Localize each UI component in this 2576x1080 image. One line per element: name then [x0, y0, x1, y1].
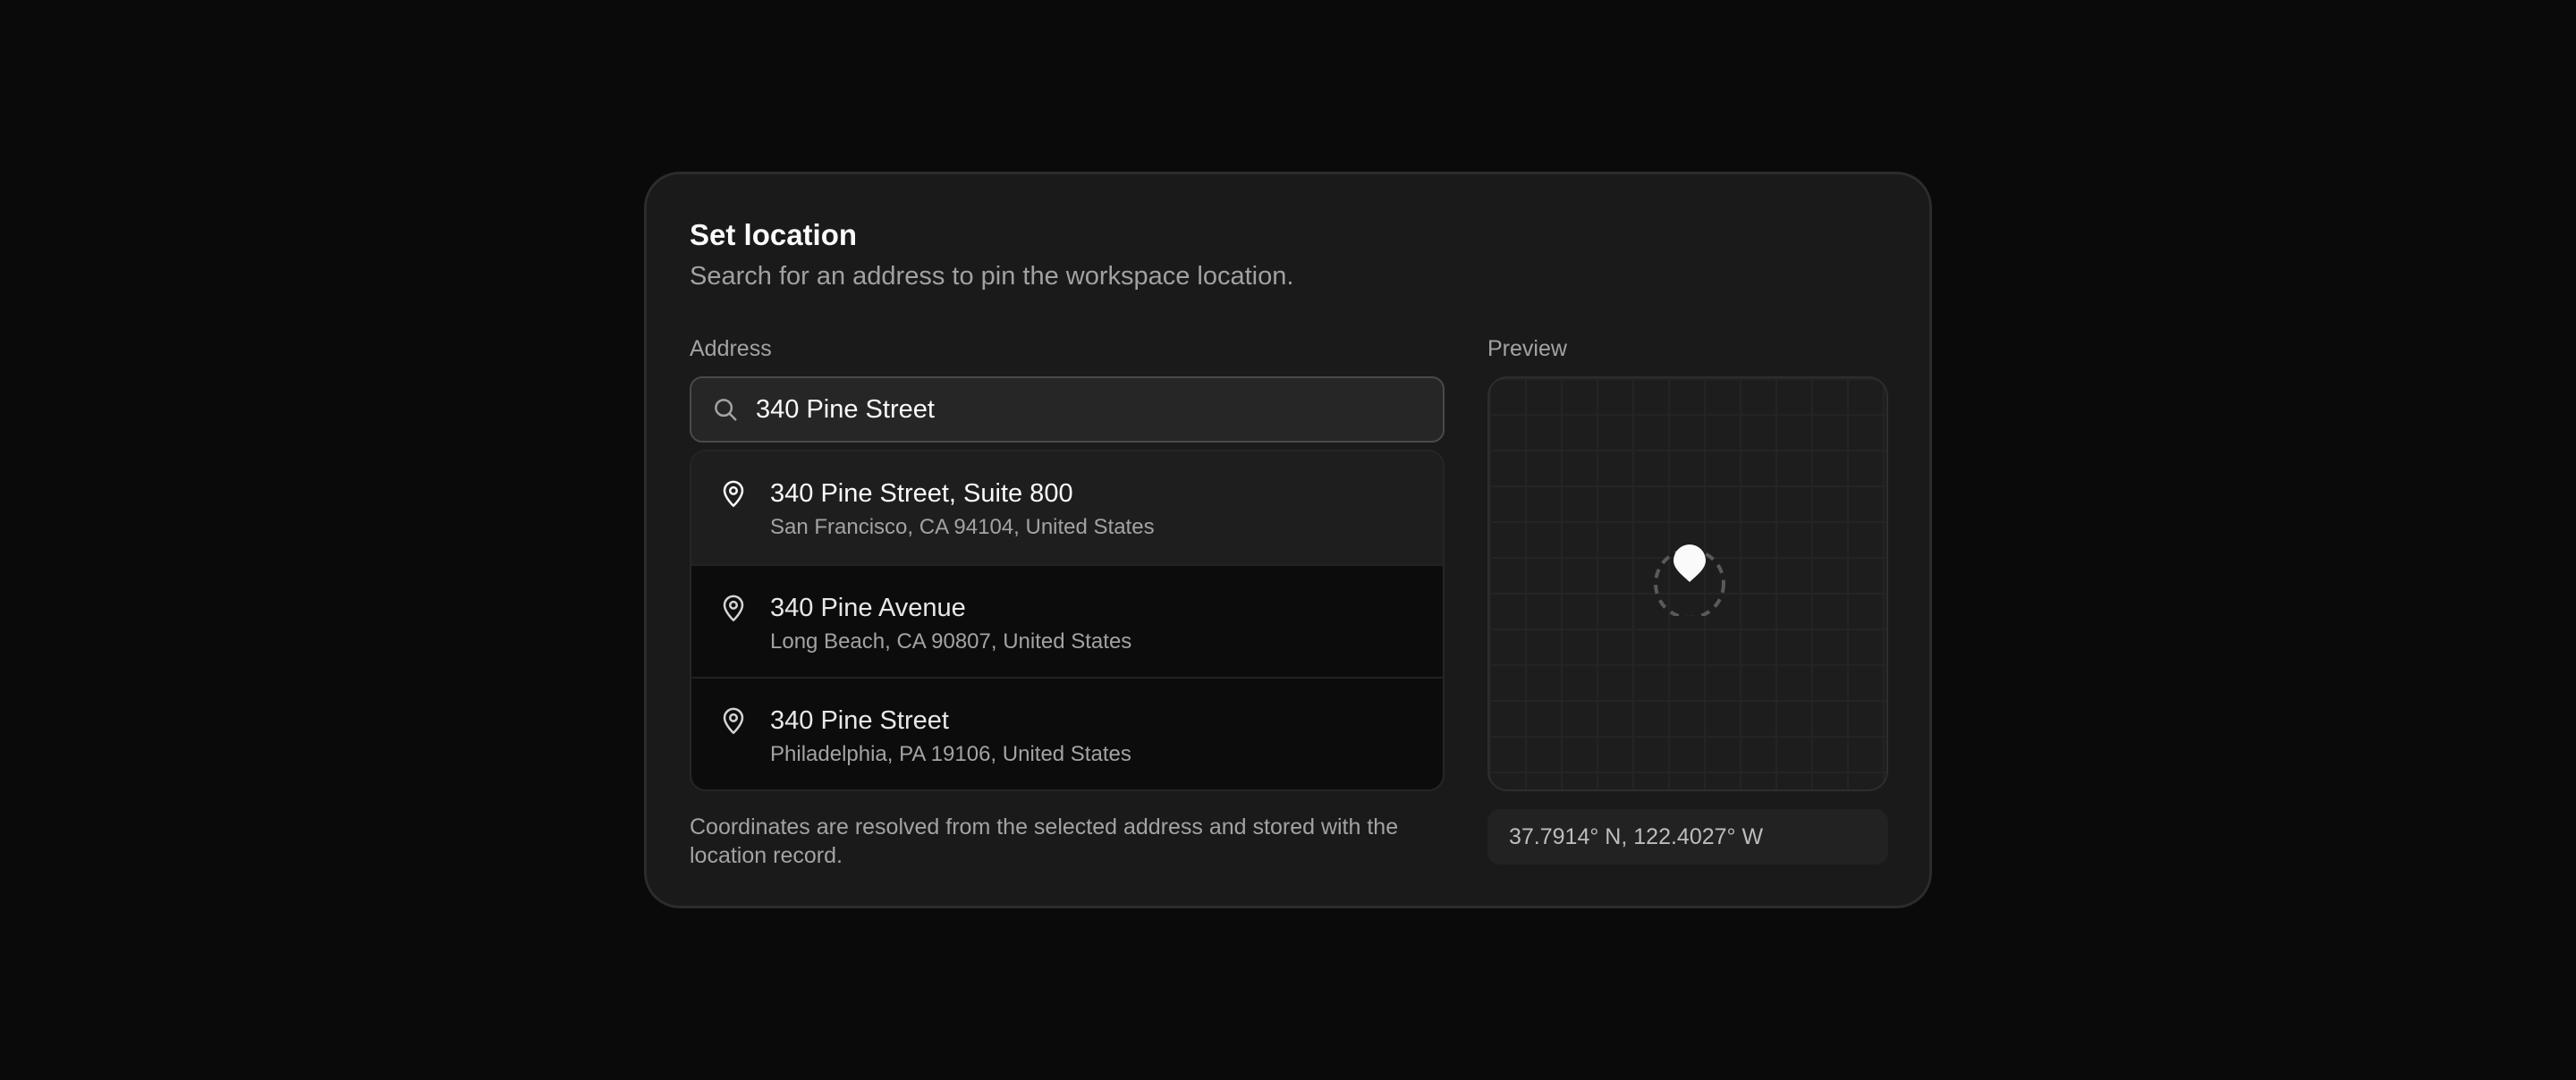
coordinates-readout: 37.7914° N, 122.4027° W	[1487, 809, 1888, 865]
address-search-input[interactable]	[756, 394, 1423, 425]
address-section: Address 340 Pine Street 340 Pine Street,…	[690, 333, 1445, 870]
map-marker-icon	[1652, 541, 1727, 620]
suggestion-detail: Philadelphia, PA 19106, United States	[770, 742, 1131, 766]
set-location-dialog: Set location Search for an address to pi…	[644, 172, 1932, 908]
suggestion-item-2[interactable]: 340 Pine Avenue Long Beach, CA 90807, Un…	[691, 564, 1443, 677]
search-icon	[711, 395, 740, 424]
dialog-title: Set location	[690, 218, 858, 251]
map-pin-icon	[720, 705, 747, 736]
preview-label: Preview	[1487, 336, 1567, 361]
suggestion-name: 340 Pine Avenue	[770, 594, 966, 622]
map-pin-icon	[720, 593, 747, 623]
map-preview[interactable]	[1487, 376, 1888, 791]
address-label: Address	[690, 336, 772, 361]
suggestion-item-3[interactable]: 340 Pine Street Philadelphia, PA 19106, …	[691, 677, 1443, 789]
dialog-subtitle: Search for an address to pin the workspa…	[690, 262, 1294, 291]
address-suggestions-list: 340 Pine Street, Suite 800 San Francisco…	[690, 450, 1445, 791]
suggestion-item-1[interactable]: 340 Pine Street, Suite 800 San Francisco…	[691, 451, 1443, 564]
suggestion-detail: San Francisco, CA 94104, United States	[770, 515, 1155, 539]
coordinates-note: Coordinates are resolved from the select…	[690, 814, 1399, 868]
suggestion-name: 340 Pine Street, Suite 800	[770, 479, 1073, 508]
suggestion-detail: Long Beach, CA 90807, United States	[770, 629, 1132, 654]
preview-section: Preview 37.7914° N, 122.4027° W	[1487, 333, 1888, 865]
map-pin-icon	[720, 478, 747, 509]
suggestion-name: 340 Pine Street	[770, 706, 949, 735]
address-search-field[interactable]	[690, 376, 1445, 443]
